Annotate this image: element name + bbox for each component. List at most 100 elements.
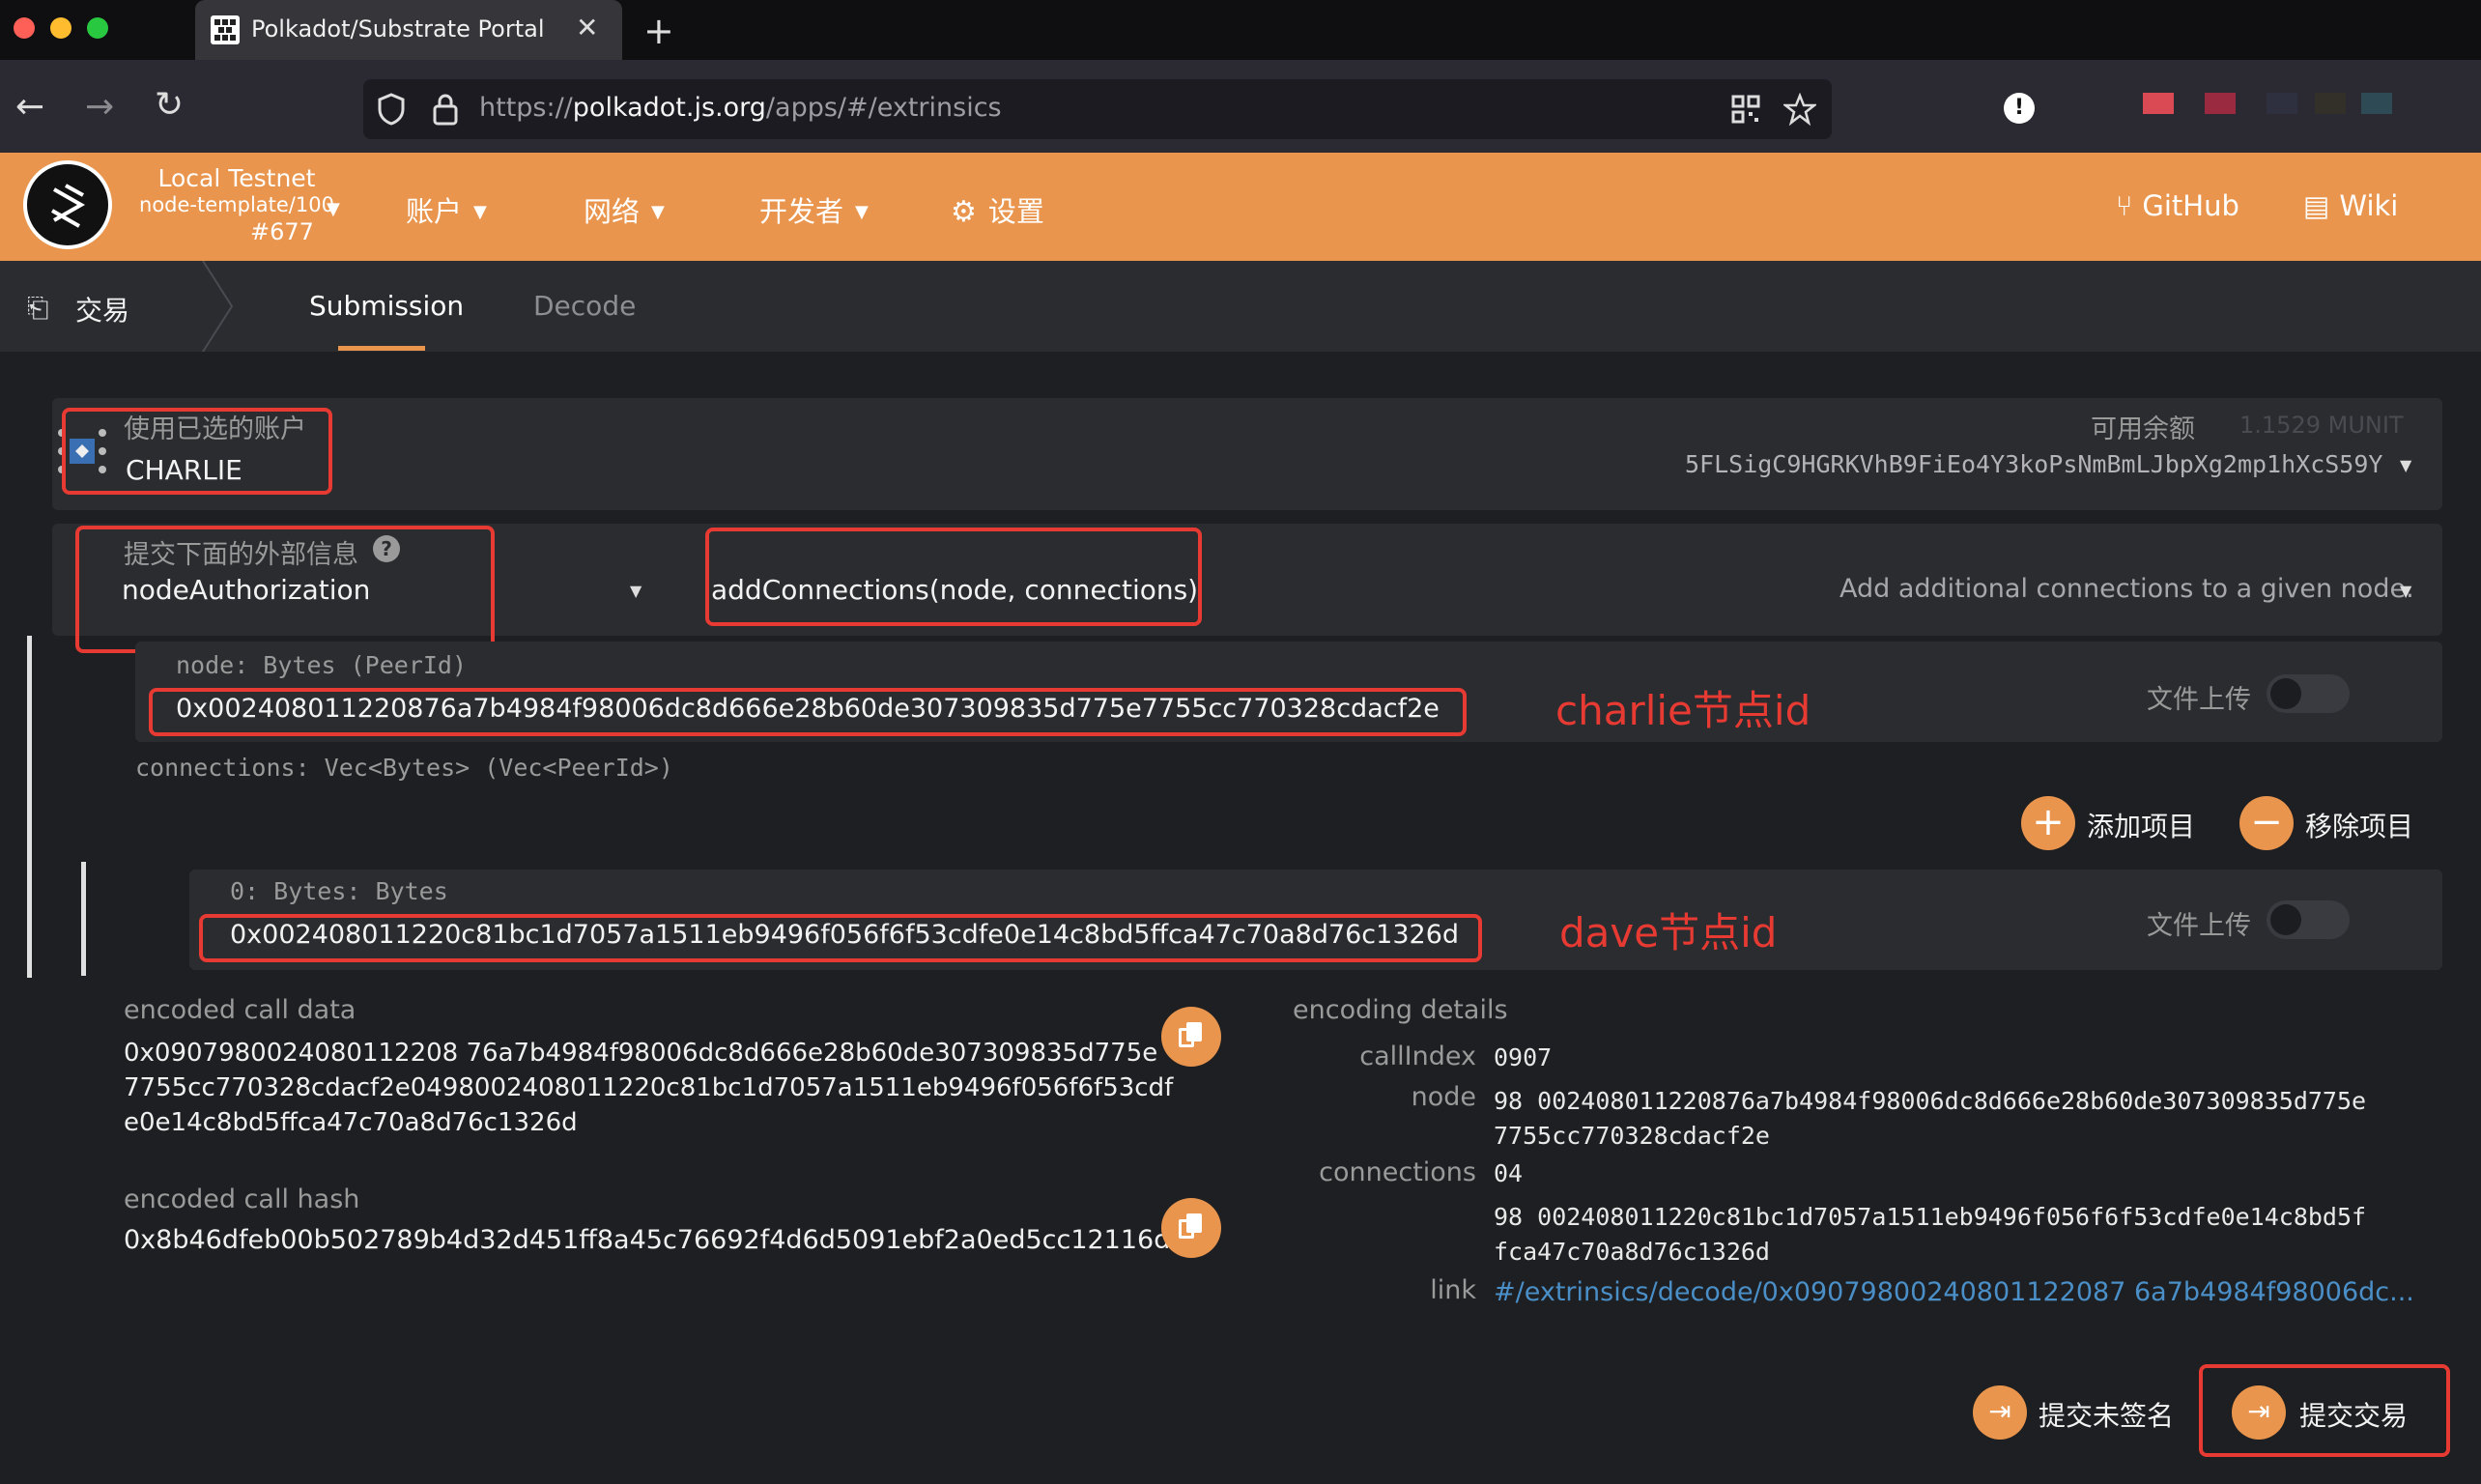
item0-file-upload-toggle[interactable] (2267, 900, 2350, 939)
url-prefix: https:// (479, 93, 573, 123)
url-host: polkadot.js.org (572, 93, 766, 123)
git-branch-icon: ⑂ (2116, 189, 2133, 222)
item0-file-upload-label: 文件上传 (2147, 911, 2251, 941)
call-data-label: encoded call data (124, 995, 356, 1025)
chain-name[interactable]: Local Testnet (126, 164, 348, 192)
add-item-button[interactable]: 添加项目 (2087, 806, 2195, 844)
reload-icon[interactable]: ↻ (155, 85, 184, 125)
call-data-value: 0x0907980024080112208 76a7b4984f98006dc8… (124, 1036, 1173, 1140)
account-address: 5FLSigC9HGRKVhB9FiEo4Y3koPsNmBmLJbpXg2mp… (1685, 450, 2383, 478)
callindex-label: callIndex (1359, 1042, 1476, 1071)
extension-teal-icon[interactable] (2361, 93, 2392, 114)
tab-decode[interactable]: Decode (533, 290, 636, 322)
remove-item-icon[interactable]: − (2239, 796, 2294, 850)
qr-code-icon[interactable] (1731, 95, 1760, 124)
forward-icon[interactable]: → (85, 87, 114, 127)
tab-title: Polkadot/Substrate Portal (251, 15, 545, 43)
extrinsics-icon: ⎗ (27, 292, 49, 324)
call-hash-label: encoded call hash (124, 1184, 360, 1214)
chevron-down-icon: ▼ (855, 202, 869, 222)
extension-maroon-icon[interactable] (2205, 93, 2236, 114)
chain-chevron-down-icon[interactable]: ▼ (327, 199, 340, 219)
module-chevron-down-icon[interactable]: ▼ (630, 582, 642, 600)
menu-developer-label: 开发者 (759, 195, 844, 228)
params-indent-bar (27, 636, 32, 978)
chain-block-number: #677 (250, 218, 314, 245)
menu-settings[interactable]: ⚙ 设置 (951, 189, 1044, 230)
maximize-window-button[interactable] (87, 17, 108, 39)
extension-info-icon[interactable]: ! (2004, 93, 2035, 124)
node-annotation: charlie节点id (1555, 687, 1811, 734)
menu-accounts-label: 账户 (406, 195, 463, 228)
back-icon[interactable]: ← (15, 87, 44, 127)
extension-red-icon[interactable] (2143, 93, 2174, 114)
submit-unsigned-icon[interactable]: ⇥ (1973, 1385, 2027, 1440)
item0-annotation: dave节点id (1559, 909, 1778, 956)
extension-brown-icon[interactable] (2315, 93, 2346, 114)
details-connections-value: 98 002408011220c81bc1d7057a1511eb9496f05… (1494, 1200, 2366, 1270)
tab-submission[interactable]: Submission (309, 290, 464, 322)
add-item-icon[interactable]: + (2021, 796, 2075, 850)
details-node-line: 98 002408011220876a7b4984f98006dc8d666e2… (1494, 1087, 2367, 1115)
extension-dark-icon[interactable] (2267, 93, 2297, 114)
tab-close-icon[interactable]: ✕ (576, 12, 598, 43)
details-node-label: node (1411, 1082, 1476, 1112)
copy-call-hash-icon[interactable] (1161, 1198, 1221, 1258)
details-title: encoding details (1293, 995, 1508, 1025)
decode-link[interactable]: #/extrinsics/decode/0x090798002408011220… (1494, 1277, 2414, 1307)
chevron-down-icon: ▼ (473, 202, 487, 222)
chain-runtime[interactable]: node-template/100 (126, 193, 348, 216)
wiki-link[interactable]: ▤ Wiki (2303, 189, 2398, 222)
polkadot-logo-icon[interactable] (23, 160, 112, 249)
remove-item-button[interactable]: 移除项目 (2305, 806, 2413, 844)
active-tab-indicator (338, 346, 425, 351)
balance-value: 1.1529 MUNIT (2239, 412, 2404, 439)
gear-icon: ⚙ (951, 195, 977, 229)
breadcrumb-separator (202, 261, 234, 352)
highlight-module (75, 526, 495, 653)
node-param-label: node: Bytes (PeerId) (176, 651, 468, 679)
method-chevron-down-icon[interactable]: ▼ (2400, 582, 2411, 600)
file-upload-toggle[interactable] (2267, 674, 2350, 713)
wiki-label: Wiki (2339, 189, 2399, 222)
copy-call-data-icon[interactable] (1161, 1007, 1221, 1067)
submit-unsigned-button[interactable]: 提交未签名 (2039, 1395, 2174, 1434)
url-path: /apps/#/extrinsics (765, 93, 1002, 123)
callindex-value: 0907 (1494, 1043, 1553, 1071)
call-data-line: e0e14c8bd5ffca47c70a8d76c1326d (124, 1108, 578, 1137)
menu-network[interactable]: 网络 ▼ (584, 189, 665, 230)
call-data-line: 7755cc770328cdacf2e0498002408011220c81bc… (124, 1073, 1174, 1102)
balance-label: 可用余额 (2091, 414, 2195, 444)
chevron-down-icon: ▼ (651, 202, 665, 222)
details-connections-label: connections (1319, 1157, 1476, 1187)
highlight-method (705, 528, 1202, 626)
bookmark-star-icon[interactable] (1783, 93, 1816, 126)
minimize-window-button[interactable] (50, 17, 71, 39)
call-data-line: 0x0907980024080112208 76a7b4984f98006dc8… (124, 1039, 1158, 1068)
lock-icon (433, 94, 458, 126)
close-window-button[interactable] (14, 17, 35, 39)
github-label: GitHub (2142, 189, 2239, 222)
github-link[interactable]: ⑂ GitHub (2116, 189, 2239, 222)
details-node-line: 7755cc770328cdacf2e (1494, 1122, 1770, 1150)
method-description: Add additional connections to a given no… (1839, 574, 2414, 604)
item-indent-bar (81, 862, 86, 976)
file-upload-label: 文件上传 (2147, 685, 2251, 715)
chevron-down-icon[interactable]: ▼ (2400, 456, 2411, 474)
polkadot-favicon-icon (211, 15, 240, 44)
shield-icon[interactable] (377, 93, 406, 126)
connections-label: connections: Vec<Bytes> (Vec<PeerId>) (135, 754, 673, 782)
details-conn-line: 98 002408011220c81bc1d7057a1511eb9496f05… (1494, 1203, 2367, 1231)
new-tab-icon[interactable]: + (643, 10, 674, 52)
details-conn-line: fca47c70a8d76c1326d (1494, 1238, 1770, 1266)
details-node-value: 98 002408011220876a7b4984f98006dc8d666e2… (1494, 1084, 2366, 1154)
url-text[interactable]: https://polkadot.js.org/apps/#/extrinsic… (479, 93, 1002, 123)
details-connections-count: 04 (1494, 1159, 1524, 1187)
highlight-account (62, 408, 332, 495)
item0-label: 0: Bytes: Bytes (230, 877, 448, 905)
menu-developer[interactable]: 开发者 ▼ (759, 189, 869, 230)
menu-accounts[interactable]: 账户 ▼ (406, 189, 487, 230)
menu-settings-label: 设置 (987, 195, 1044, 228)
menu-network-label: 网络 (584, 195, 641, 228)
highlight-submit (2199, 1364, 2450, 1457)
